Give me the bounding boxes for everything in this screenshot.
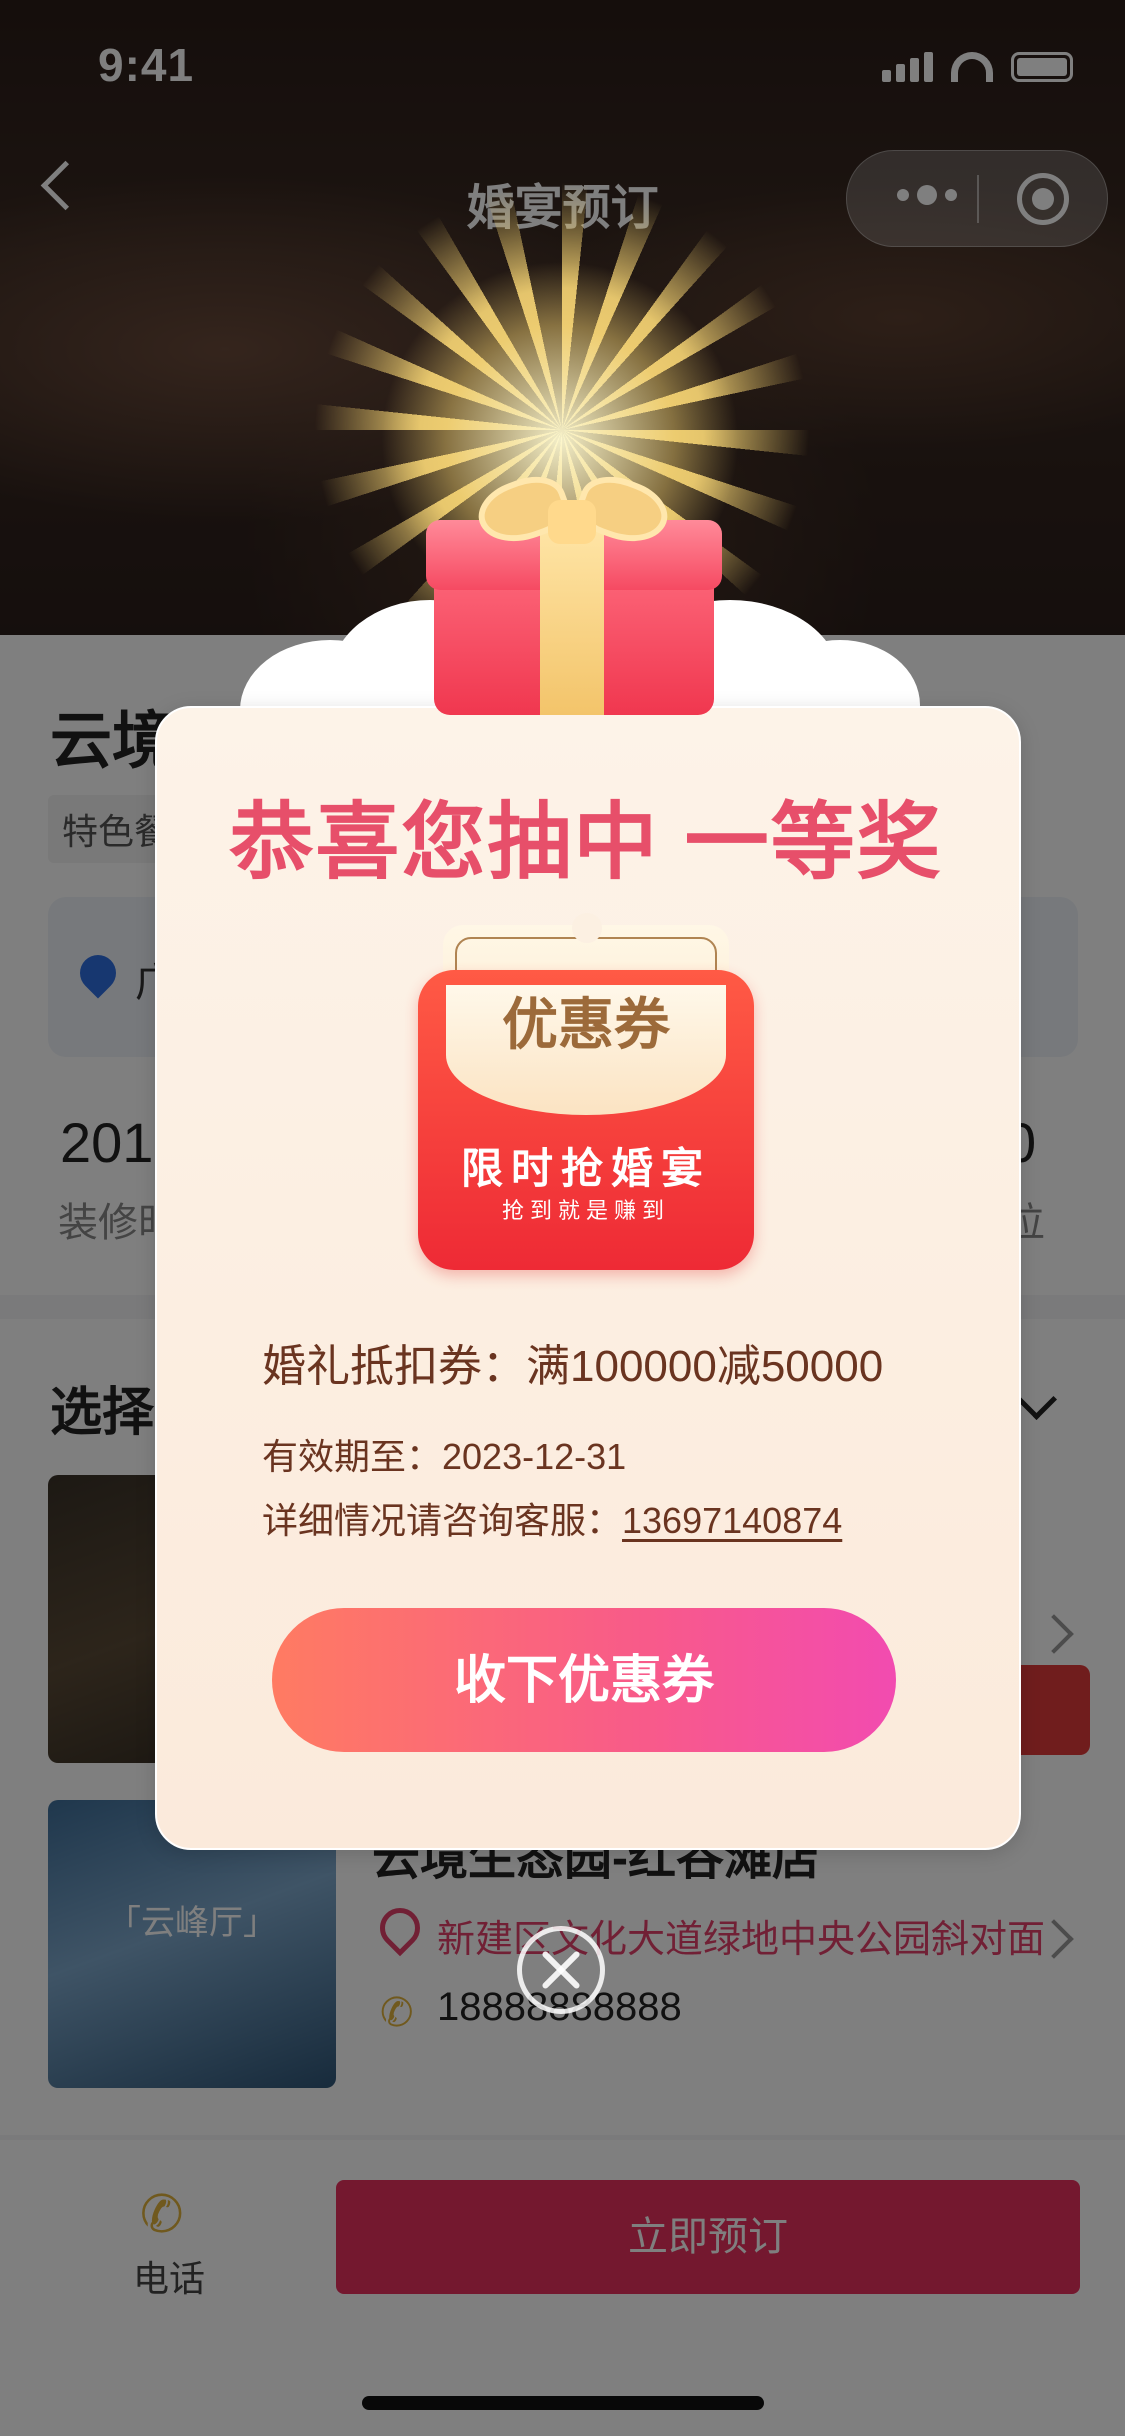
gift-ribbon	[540, 520, 604, 715]
contact-label: 详细情况请咨询客服：	[262, 1500, 623, 1541]
valid-date: 2023-12-31	[442, 1436, 627, 1477]
envelope-title: 限时抢婚宴	[460, 1145, 711, 1192]
coupon-label-front: 优惠券	[502, 993, 670, 1056]
coupon-envelope: 优惠券 优惠券 限时抢婚宴 抢到就是赚到	[418, 913, 754, 1270]
contact-info: 详细情况请咨询客服：13697140874	[262, 1492, 842, 1544]
valid-until: 有效期至：2023-12-31	[262, 1428, 626, 1480]
accept-coupon-button[interactable]: 收下优惠券	[272, 1608, 896, 1752]
envelope-subtitle: 抢到就是赚到	[501, 1198, 670, 1223]
valid-label: 有效期至：	[262, 1436, 443, 1477]
coupon-notch	[572, 913, 602, 943]
coupon-description: 婚礼抵扣券：满100000减50000	[262, 1342, 884, 1391]
modal-title: 恭喜您抽中 一等奖	[229, 795, 943, 889]
contact-phone-link[interactable]: 13697140874	[622, 1500, 842, 1541]
close-circle-icon[interactable]	[517, 1926, 605, 2014]
gift-bow-knot	[548, 500, 596, 544]
